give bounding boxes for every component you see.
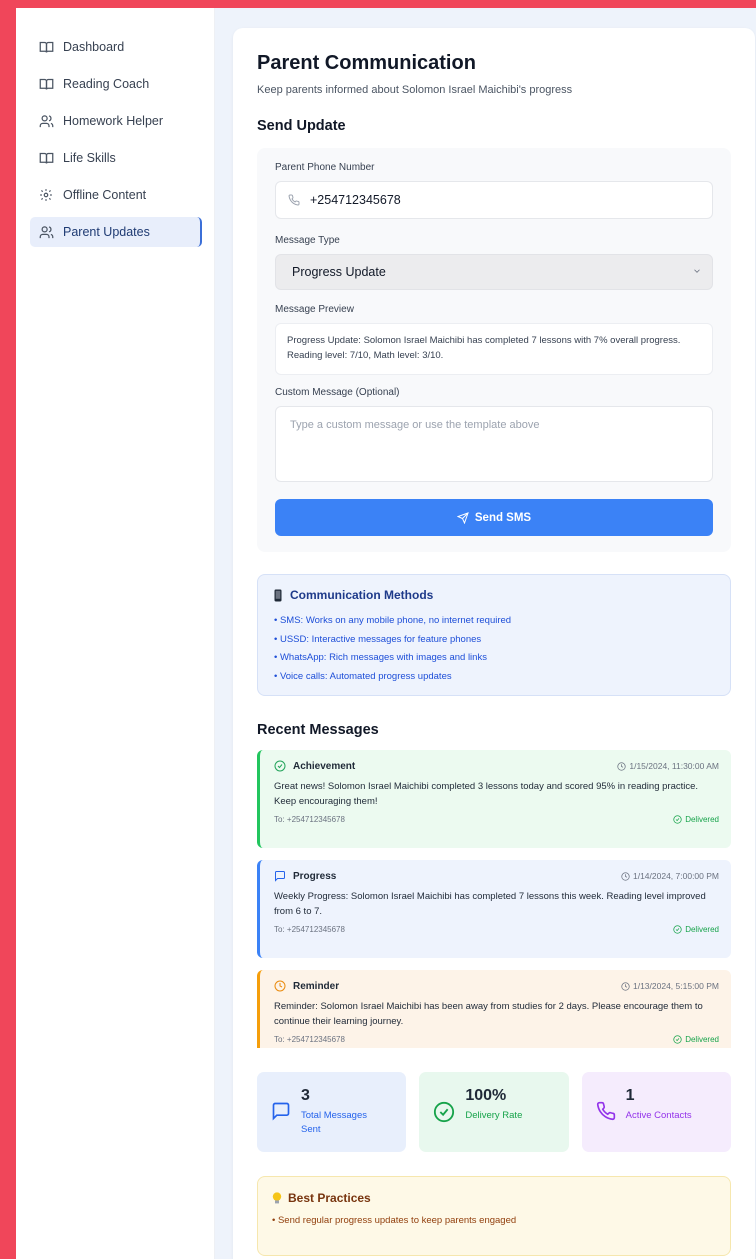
- sidebar-item-offline-content[interactable]: Offline Content: [30, 180, 202, 210]
- chevron-down-icon: [692, 265, 702, 279]
- best-practices: Best Practices • Send regular progress u…: [257, 1176, 731, 1256]
- stat-active-contacts: 1 Active Contacts: [581, 1072, 731, 1152]
- sidebar-item-parent-updates[interactable]: Parent Updates: [30, 217, 202, 247]
- recent-messages-list[interactable]: Achievement 1/15/2024, 11:30:00 AM Great…: [257, 750, 731, 1048]
- stat-value: 1: [625, 1087, 635, 1104]
- phone-value: +254712345678: [310, 193, 401, 207]
- sidebar-item-life-skills[interactable]: Life Skills: [30, 143, 202, 173]
- message-status: Delivered: [673, 925, 719, 934]
- message-status: Delivered: [673, 1035, 719, 1044]
- message-type-label: Message Type: [275, 235, 340, 246]
- sidebar-item-homework-helper[interactable]: Homework Helper: [30, 106, 202, 136]
- phone-label: Parent Phone Number: [275, 162, 375, 173]
- sidebar-item-label: Offline Content: [63, 188, 147, 202]
- message-card: Progress 1/14/2024, 7:00:00 PM Weekly Pr…: [257, 860, 731, 958]
- message-preview: Progress Update: Solomon Israel Maichibi…: [275, 323, 713, 375]
- method-item: • Voice calls: Automated progress update…: [274, 670, 452, 682]
- stat-value: 100%: [465, 1087, 507, 1104]
- sidebar-item-label: Dashboard: [63, 40, 125, 54]
- communication-methods-title: Communication Methods: [274, 588, 714, 602]
- message-time: 1/14/2024, 7:00:00 PM: [621, 871, 719, 881]
- check-circle-icon: [433, 1101, 455, 1123]
- message-card: Achievement 1/15/2024, 11:30:00 AM Great…: [257, 750, 731, 848]
- message-body: Reminder: Solomon Israel Maichibi has be…: [274, 1001, 703, 1027]
- users-icon: [38, 224, 54, 240]
- recent-messages-heading: Recent Messages: [257, 722, 379, 738]
- communication-methods: Communication Methods • SMS: Works on an…: [257, 574, 731, 696]
- message-icon: [274, 870, 286, 882]
- parent-communication-card: Parent Communication Keep parents inform…: [233, 28, 755, 1259]
- message-status: Delivered: [673, 815, 719, 824]
- message-type: Reminder: [274, 980, 339, 992]
- check-circle-icon: [673, 815, 682, 824]
- stat-delivery-rate: 100% Delivery Rate: [419, 1072, 569, 1152]
- sidebar-item-label: Life Skills: [63, 151, 116, 165]
- book-open-icon: [38, 150, 54, 166]
- send-update-heading: Send Update: [257, 118, 346, 134]
- check-circle-icon: [274, 760, 286, 772]
- method-item: • USSD: Interactive messages for feature…: [274, 633, 482, 645]
- stat-total-messages: 3 Total Messages Sent: [257, 1072, 407, 1152]
- method-item: • SMS: Works on any mobile phone, no int…: [274, 615, 512, 626]
- custom-message-input[interactable]: Type a custom message or use the templat…: [275, 406, 713, 482]
- message-recipient: To: +254712345678: [274, 925, 345, 934]
- message-card: Reminder 1/13/2024, 5:15:00 PM Reminder:…: [257, 970, 731, 1048]
- phone-icon: [288, 194, 300, 206]
- lightbulb-icon: [272, 1191, 282, 1205]
- clock-icon: [617, 761, 626, 771]
- message-preview-label: Message Preview: [275, 304, 354, 315]
- send-sms-label: Send SMS: [474, 511, 532, 524]
- page-title: Parent Communication: [257, 52, 476, 74]
- phone-input[interactable]: +254712345678: [275, 181, 713, 219]
- message-recipient: To: +254712345678: [274, 1035, 345, 1044]
- send-sms-button[interactable]: Send SMS: [275, 499, 713, 536]
- check-circle-icon: [673, 1035, 682, 1044]
- sidebar-item-label: Reading Coach: [63, 77, 150, 91]
- stat-label: Active Contacts: [625, 1110, 692, 1121]
- sidebar-item-label: Homework Helper: [63, 114, 164, 128]
- book-open-icon: [38, 39, 54, 55]
- message-time: 1/13/2024, 5:15:00 PM: [621, 981, 719, 991]
- users-icon: [38, 113, 54, 129]
- stat-value: 3: [301, 1087, 310, 1104]
- message-body: Weekly Progress: Solomon Israel Maichibi…: [274, 891, 706, 917]
- send-update-form: Parent Phone Number +254712345678 Messag…: [257, 148, 731, 552]
- app-window: Dashboard Reading Coach Homework Helper …: [16, 8, 756, 1259]
- clock-icon: [274, 980, 286, 992]
- main-content: Parent Communication Keep parents inform…: [215, 8, 756, 1259]
- book-open-icon: [38, 76, 54, 92]
- mobile-phone-icon: [274, 589, 282, 602]
- gear-icon: [38, 187, 54, 203]
- page-subtitle: Keep parents informed about Solomon Isra…: [257, 84, 573, 96]
- clock-icon: [621, 871, 630, 881]
- message-type-select[interactable]: Progress Update: [275, 254, 713, 290]
- stat-label: Total Messages Sent: [301, 1110, 368, 1135]
- message-type: Progress: [274, 870, 336, 882]
- sidebar-item-reading-coach[interactable]: Reading Coach: [30, 69, 202, 99]
- message-type: Achievement: [274, 760, 355, 772]
- sidebar: Dashboard Reading Coach Homework Helper …: [16, 8, 215, 1259]
- message-type-value: Progress Update: [292, 265, 386, 279]
- check-circle-icon: [673, 925, 682, 934]
- best-practice-item: • Send regular progress updates to keep …: [272, 1215, 517, 1226]
- message-time: 1/15/2024, 11:30:00 AM: [617, 761, 719, 771]
- method-item: • WhatsApp: Rich messages with images an…: [274, 652, 487, 663]
- sidebar-item-dashboard[interactable]: Dashboard: [30, 32, 202, 62]
- phone-icon: [596, 1101, 616, 1121]
- best-practices-title: Best Practices: [272, 1191, 716, 1205]
- send-icon: [456, 511, 469, 524]
- sidebar-item-label: Parent Updates: [63, 225, 150, 239]
- stats-row: 3 Total Messages Sent 100% Delivery Rate: [257, 1072, 731, 1152]
- custom-message-label: Custom Message (Optional): [275, 387, 400, 398]
- stat-label: Delivery Rate: [465, 1110, 523, 1121]
- clock-icon: [621, 981, 630, 991]
- message-icon: [271, 1101, 291, 1121]
- message-body: Great news! Solomon Israel Maichibi comp…: [274, 781, 699, 807]
- message-recipient: To: +254712345678: [274, 815, 345, 824]
